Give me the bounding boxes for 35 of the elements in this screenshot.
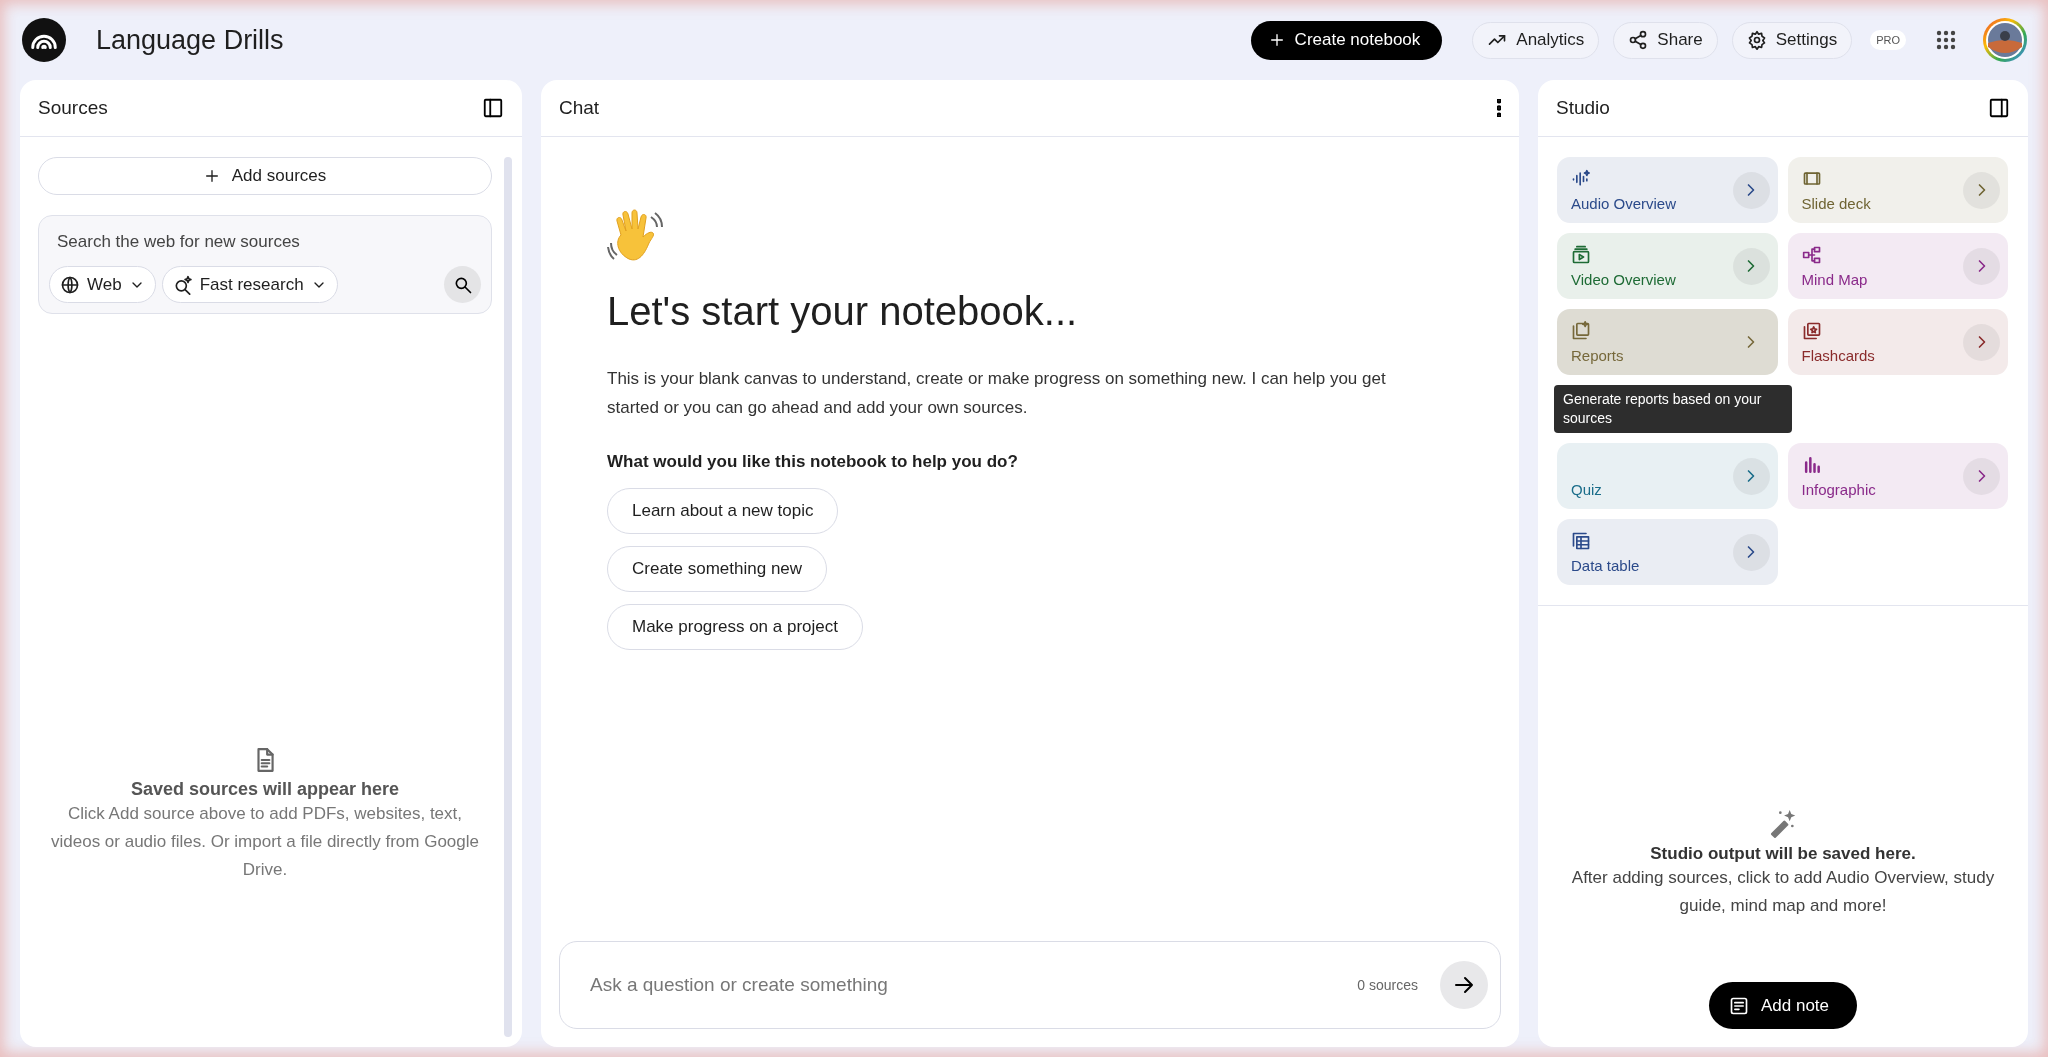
intro-text: This is your blank canvas to understand, create or make progress on something new. I can help you get started or you can go ahead and add your own sources. (607, 368, 1387, 419)
suggestion-chip[interactable]: Learn about a new topic (607, 488, 839, 534)
panel-title: Studio (1556, 97, 1610, 119)
table-tool-card[interactable]: Data table (1557, 519, 1778, 585)
add-sources-button[interactable]: Add sources (38, 157, 492, 195)
infographic-tool-card[interactable]: Infographic (1787, 443, 2008, 509)
suggestion-chip[interactable]: Create something new (607, 546, 828, 592)
add-note-button[interactable]: Add note (1708, 982, 1858, 1029)
chat-heading: Let's start your notebook... (607, 289, 1079, 334)
source-count: 0 sources (1357, 977, 1418, 993)
quiz-tool-card[interactable]: Quiz (1557, 443, 1778, 509)
suggestion-chip[interactable]: Make progress on a project (607, 604, 863, 650)
analytics-button[interactable]: Analytics (1472, 21, 1600, 59)
plan-badge: PRO (1870, 30, 1906, 50)
create-notebook-button[interactable]: Create notebook (1250, 20, 1443, 60)
panel-title: Sources (38, 97, 108, 119)
research-dropdown[interactable]: Fast research (161, 266, 338, 303)
video-tool-card[interactable]: Video Overview (1557, 233, 1778, 299)
empty-description: After adding sources, click to add Audio Overview, study guide, mind map and more! (1570, 867, 1996, 917)
search-field[interactable]: Search the web for new sources (49, 232, 476, 252)
prompt-question: What would you like this notebook to help you do? (607, 452, 1019, 472)
tooltip: Generate reports based on your sources (1554, 385, 1792, 433)
empty-title: Saved sources will appear here (130, 779, 400, 800)
empty-description: Click Add source above to add PDFs, websites, text, videos or audio files. Or import a file directly from Google Drive. (50, 803, 480, 881)
slides-tool-card[interactable]: Slide deck (1787, 157, 2008, 223)
flashcards-tool-card[interactable]: Flashcards (1787, 309, 2008, 375)
settings-button[interactable]: Settings (1731, 21, 1853, 59)
audio-tool-card[interactable]: Audio Overview (1557, 157, 1778, 223)
notebook-title[interactable]: Language Drills (96, 24, 1237, 56)
mindmap-tool-card[interactable]: Mind Map (1787, 233, 2008, 299)
share-button[interactable]: Share (1613, 21, 1718, 59)
reports-tool-card[interactable]: Reports (1557, 309, 1778, 375)
panel-title: Chat (559, 97, 600, 119)
web-dropdown[interactable]: Web (49, 266, 156, 303)
empty-title: Studio output will be saved here. (1650, 844, 1916, 864)
